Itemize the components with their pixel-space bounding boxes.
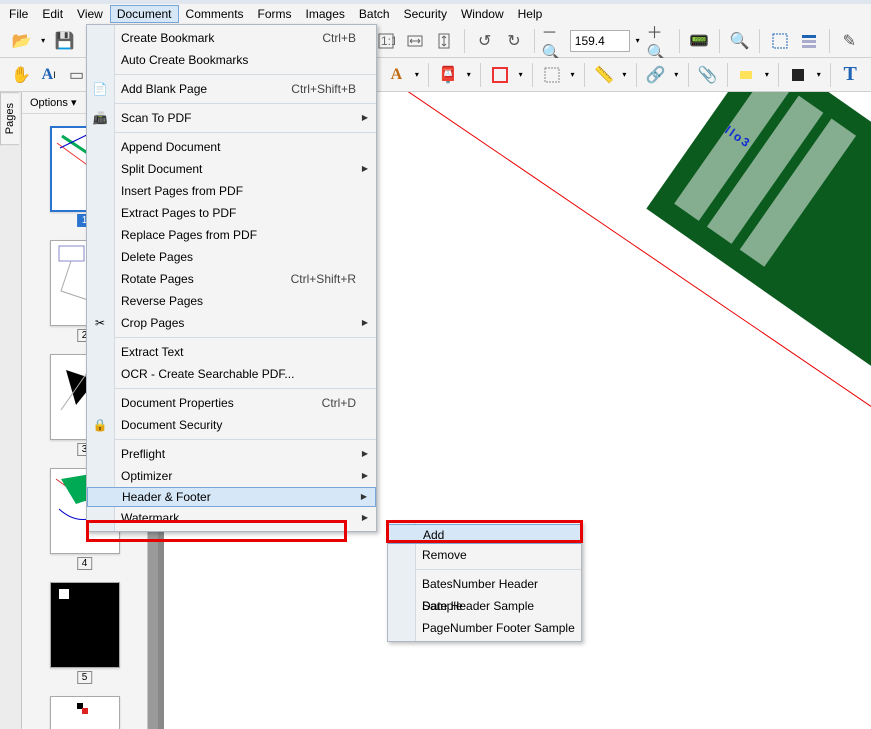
snapshot-button[interactable] bbox=[766, 27, 793, 55]
menu-edit[interactable]: Edit bbox=[35, 5, 70, 23]
text-select-tool[interactable]: AI bbox=[36, 61, 62, 89]
stamp-dropdown[interactable]: ▾ bbox=[463, 61, 474, 89]
scanner-icon: 📠 bbox=[91, 109, 109, 127]
mi-replace-pages[interactable]: Replace Pages from PDF bbox=[87, 224, 376, 246]
shape-dropdown[interactable]: ▾ bbox=[515, 61, 526, 89]
highlight-tool[interactable] bbox=[734, 61, 760, 89]
mi-rotate-pages[interactable]: Rotate Pages Ctrl+Shift+R bbox=[87, 268, 376, 290]
link-dropdown[interactable]: ▾ bbox=[671, 61, 682, 89]
measure-dropdown[interactable]: ▾ bbox=[619, 61, 630, 89]
menu-view[interactable]: View bbox=[70, 5, 110, 23]
mi-doc-properties[interactable]: Document Properties Ctrl+D bbox=[87, 392, 376, 414]
mi-extract-pages[interactable]: Extract Pages to PDF bbox=[87, 202, 376, 224]
mi-scan-to-pdf[interactable]: 📠 Scan To PDF ▶ bbox=[87, 107, 376, 129]
scan-button[interactable]: 📟 bbox=[686, 27, 713, 55]
attach-tool[interactable]: 📎 bbox=[695, 61, 721, 89]
hand-tool[interactable]: ✋ bbox=[8, 61, 34, 89]
rotate-cw-button[interactable]: ↻ bbox=[500, 27, 527, 55]
zoom-in-button[interactable]: ＋🔍 bbox=[646, 27, 673, 55]
lock-icon: 🔒 bbox=[91, 416, 109, 434]
typewriter-dropdown[interactable]: ▾ bbox=[411, 61, 422, 89]
page-icon: 📄 bbox=[91, 80, 109, 98]
side-tabstrip: Pages bbox=[0, 92, 22, 729]
mi-create-bookmark[interactable]: Create Bookmark Ctrl+B bbox=[87, 27, 376, 49]
mi-hf-bates-sample[interactable]: BatesNumber Header Sample bbox=[388, 573, 581, 595]
redact-tool[interactable] bbox=[785, 61, 811, 89]
mi-preflight[interactable]: Preflight▶ bbox=[87, 443, 376, 465]
mi-add-blank-page[interactable]: 📄 Add Blank Page Ctrl+Shift+B bbox=[87, 78, 376, 100]
thumbnail[interactable]: 5 bbox=[50, 582, 120, 668]
tab-pages[interactable]: Pages bbox=[0, 92, 19, 145]
mi-split-document[interactable]: Split Document▶ bbox=[87, 158, 376, 180]
text-edit-tool[interactable]: T bbox=[837, 61, 863, 89]
zoom-input[interactable] bbox=[570, 30, 630, 52]
area-tool[interactable] bbox=[539, 61, 565, 89]
redact-dropdown[interactable]: ▾ bbox=[813, 61, 824, 89]
stamp-tool[interactable]: 📮 bbox=[435, 61, 461, 89]
rotate-ccw-button[interactable]: ↺ bbox=[471, 27, 498, 55]
save-button[interactable]: 💾 bbox=[51, 27, 78, 55]
area-dropdown[interactable]: ▾ bbox=[567, 61, 578, 89]
mi-delete-pages[interactable]: Delete Pages bbox=[87, 246, 376, 268]
mi-extract-text[interactable]: Extract Text bbox=[87, 341, 376, 363]
mi-hf-add[interactable]: Add bbox=[388, 524, 581, 544]
crop-icon: ✂ bbox=[91, 314, 109, 332]
mi-crop-pages[interactable]: ✂ Crop Pages▶ bbox=[87, 312, 376, 334]
typewriter-tool[interactable]: A bbox=[383, 61, 409, 89]
menu-comments[interactable]: Comments bbox=[179, 5, 251, 23]
shape-tool[interactable] bbox=[487, 61, 513, 89]
page-number: 4 bbox=[77, 557, 93, 570]
menu-document[interactable]: Document bbox=[110, 5, 179, 23]
fit-page-button[interactable] bbox=[431, 27, 458, 55]
open-button[interactable]: 📂 bbox=[8, 27, 35, 55]
form-button[interactable] bbox=[795, 27, 822, 55]
zoom-dropdown[interactable]: ▾ bbox=[632, 27, 644, 55]
measure-tool[interactable]: 📏 bbox=[591, 61, 617, 89]
menu-images[interactable]: Images bbox=[299, 5, 352, 23]
svg-text:1:1: 1:1 bbox=[381, 34, 395, 48]
mi-hf-remove[interactable]: Remove bbox=[388, 544, 581, 566]
mi-insert-pages[interactable]: Insert Pages from PDF bbox=[87, 180, 376, 202]
mi-doc-security[interactable]: 🔒 Document Security bbox=[87, 414, 376, 436]
mi-append-document[interactable]: Append Document bbox=[87, 136, 376, 158]
thumbnail[interactable] bbox=[50, 696, 120, 729]
fit-width-button[interactable] bbox=[402, 27, 429, 55]
zoom-out-button[interactable]: －🔍 bbox=[541, 27, 568, 55]
highlight-dropdown[interactable]: ▾ bbox=[761, 61, 772, 89]
menubar: File Edit View Document Comments Forms I… bbox=[0, 4, 871, 24]
mi-hf-pagenum-sample[interactable]: PageNumber Footer Sample bbox=[388, 617, 581, 639]
mi-hf-date-sample[interactable]: Date Header Sample bbox=[388, 595, 581, 617]
link-tool[interactable]: 🔗 bbox=[643, 61, 669, 89]
menu-security[interactable]: Security bbox=[397, 5, 454, 23]
mi-reverse-pages[interactable]: Reverse Pages bbox=[87, 290, 376, 312]
mi-optimizer[interactable]: Optimizer▶ bbox=[87, 465, 376, 487]
menu-forms[interactable]: Forms bbox=[251, 5, 299, 23]
sign-button[interactable]: ✎ bbox=[836, 27, 863, 55]
document-menu: Create Bookmark Ctrl+B Auto Create Bookm… bbox=[86, 24, 377, 532]
mi-auto-create-bookmarks[interactable]: Auto Create Bookmarks bbox=[87, 49, 376, 71]
header-footer-submenu: Add Remove BatesNumber Header Sample Dat… bbox=[387, 521, 582, 642]
mi-ocr[interactable]: OCR - Create Searchable PDF... bbox=[87, 363, 376, 385]
mi-watermark[interactable]: Watermark▶ bbox=[87, 507, 376, 529]
open-dropdown[interactable]: ▾ bbox=[37, 27, 49, 55]
mi-header-footer[interactable]: Header & Footer▶ bbox=[87, 487, 376, 507]
menu-file[interactable]: File bbox=[2, 5, 35, 23]
menu-batch[interactable]: Batch bbox=[352, 5, 397, 23]
menu-window[interactable]: Window bbox=[454, 5, 511, 23]
loupe-button[interactable]: 🔍 bbox=[726, 27, 753, 55]
page-number: 5 bbox=[77, 671, 93, 684]
